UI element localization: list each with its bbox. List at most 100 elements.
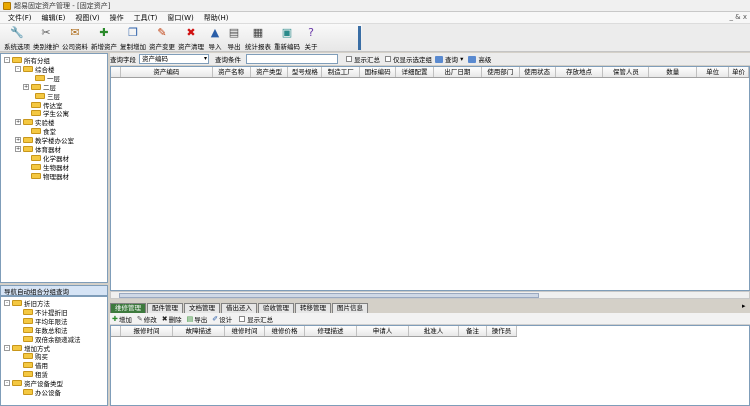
toolbar-button-help[interactable]: ? 关于 <box>303 24 319 51</box>
toolbar-button-import[interactable]: ▲ 导入 <box>207 24 223 51</box>
column-header[interactable]: 使用部门 <box>482 67 520 77</box>
repair-grid[interactable]: 报修时间 故障描述 维修时间 维修价格 修理描述 申请人 批准人 备注 操作员 <box>110 325 750 406</box>
design-button[interactable]: ✐ 设计 <box>212 314 232 324</box>
column-header[interactable]: 制造工厂 <box>322 67 361 77</box>
tree-node[interactable]: 租赁 <box>15 370 48 379</box>
column-header[interactable]: 存放地点 <box>556 67 604 77</box>
query-field-select[interactable]: 资产编码 <box>139 54 209 64</box>
tree-node[interactable]: 学生公寓 <box>23 109 69 118</box>
asset-grid[interactable]: 资产编码 资产名称 资产类型 型号规格 制造工厂 国标编码 详细配置 出厂日期 使用部门 使用状态… <box>110 66 750 291</box>
expand-icon[interactable]: + <box>15 119 21 126</box>
tab-5[interactable]: 转移管理 <box>295 303 331 313</box>
column-header[interactable]: 资产编码 <box>121 67 213 77</box>
tree-node[interactable]: 传达室 <box>23 101 63 110</box>
column-header[interactable]: 操作员 <box>487 326 517 336</box>
tab-6[interactable]: 图片信息 <box>332 303 368 313</box>
column-header[interactable]: 备注 <box>459 326 487 336</box>
export-record-button[interactable]: ▤ 导出 <box>187 314 208 324</box>
column-header[interactable]: 资产名称 <box>213 67 251 77</box>
expand-icon[interactable]: + <box>23 83 29 90</box>
toolbar-button-add-asset[interactable]: ✚ 新增资产 <box>91 24 117 51</box>
expand-icon[interactable]: + <box>15 146 21 152</box>
toolbar-button-company[interactable]: ✉ 公司资料 <box>62 24 88 51</box>
tree-node[interactable]: + 二层 <box>23 83 56 92</box>
collapse-icon[interactable]: - <box>4 344 10 351</box>
tab-3[interactable]: 借出还入 <box>221 303 257 313</box>
delete-record-button[interactable]: ✖ 删除 <box>162 314 182 324</box>
mdi-window-controls[interactable]: _ & x <box>729 13 747 21</box>
tabs-extra-icon[interactable]: ▸ <box>742 302 750 312</box>
column-header[interactable]: 使用状态 <box>520 67 556 77</box>
tree-node[interactable]: 生物器材 <box>23 163 69 172</box>
tree-node[interactable]: - 综合楼 <box>15 65 55 74</box>
tree-node[interactable]: 化学器材 <box>23 154 69 163</box>
column-header[interactable]: 详细配置 <box>396 67 434 77</box>
tree-node[interactable]: 物理器材 <box>23 172 69 181</box>
tab-2[interactable]: 文档管理 <box>184 303 220 313</box>
column-header[interactable]: 单价 <box>729 67 749 77</box>
column-header[interactable]: 批准人 <box>409 326 459 336</box>
tree-node[interactable]: 食堂 <box>23 127 56 136</box>
tab-0[interactable]: 维修管理 <box>110 303 146 313</box>
menu-view[interactable]: 视图(V) <box>75 13 99 23</box>
column-header[interactable]: 保管人员 <box>603 67 650 77</box>
tree-node[interactable]: + 实验楼 <box>15 118 55 127</box>
collapse-icon[interactable]: - <box>4 380 10 387</box>
column-header[interactable]: 出厂日期 <box>434 67 482 77</box>
toolbar-button-export[interactable]: ▤ 导出 <box>226 24 242 51</box>
query-condition-input[interactable] <box>246 54 338 64</box>
scrollbar-thumb[interactable] <box>119 293 539 298</box>
collapse-icon[interactable]: - <box>15 65 21 72</box>
tree-node[interactable]: 借用 <box>15 361 48 370</box>
tree-node[interactable]: 一层 <box>27 74 60 83</box>
tab-1[interactable]: 配件管理 <box>147 303 183 313</box>
column-header[interactable]: 单位 <box>697 67 730 77</box>
column-header[interactable]: 报修时间 <box>121 326 173 336</box>
collapse-icon[interactable]: - <box>4 300 10 306</box>
only-selected-checkbox[interactable] <box>385 56 391 62</box>
horizontal-scrollbar[interactable] <box>110 291 750 299</box>
collapse-icon[interactable]: - <box>4 57 10 63</box>
toolbar-button-recode[interactable]: ▣ 重新编码 <box>274 24 300 51</box>
tree-node[interactable]: - 增加方式 <box>4 344 50 353</box>
column-header[interactable]: 故障描述 <box>173 326 225 336</box>
tree-node[interactable]: + 教学楼办公室 <box>15 136 74 145</box>
tree-node[interactable]: 购买 <box>15 352 48 361</box>
tree-node[interactable]: + 体育器材 <box>15 145 61 154</box>
toolbar-button-copy[interactable]: ❐ 复制增加 <box>120 24 146 51</box>
tree-node[interactable]: - 所有分组 <box>4 56 50 65</box>
expand-icon[interactable]: + <box>15 137 21 144</box>
tab-4[interactable]: 验收管理 <box>258 303 294 313</box>
add-record-button[interactable]: ✚ 增加 <box>112 314 132 324</box>
column-header[interactable]: 维修价格 <box>265 326 305 336</box>
tree-node[interactable]: 双倍余额递减法 <box>15 335 81 344</box>
column-header[interactable]: 国标编码 <box>360 67 397 77</box>
menu-help[interactable]: 帮助(H) <box>204 13 229 23</box>
menu-edit[interactable]: 编辑(E) <box>42 13 66 23</box>
tree-node[interactable]: 三层 <box>27 92 60 101</box>
toolbar-button-tools[interactable]: ✂ 类别维护 <box>33 24 59 51</box>
column-header[interactable]: 资产类型 <box>251 67 289 77</box>
column-header[interactable]: 申请人 <box>357 326 409 336</box>
menu-tools[interactable]: 工具(T) <box>134 13 158 23</box>
tree-node[interactable]: - 折旧方法 <box>4 299 50 308</box>
column-header[interactable]: 维修时间 <box>225 326 265 336</box>
search-button[interactable]: 查询 ▾ <box>435 54 463 64</box>
advanced-button[interactable]: 高级 <box>468 54 491 64</box>
column-header[interactable]: 数量 <box>649 67 698 77</box>
menu-window[interactable]: 窗口(W) <box>167 13 193 23</box>
tree-node[interactable]: - 资产设备类型 <box>4 379 63 388</box>
tree-node[interactable]: 不计提折旧 <box>15 308 68 317</box>
column-header[interactable]: 型号规格 <box>288 67 323 77</box>
toolbar-grip[interactable] <box>358 26 361 50</box>
show-summary-checkbox[interactable] <box>346 56 352 62</box>
tree-node[interactable]: 年数总和法 <box>15 326 68 335</box>
menu-file[interactable]: 文件(F) <box>8 13 32 23</box>
toolbar-button-report[interactable]: ▦ 统计报表 <box>245 24 271 51</box>
tree-node[interactable]: 平均年限法 <box>15 317 68 326</box>
search-dropdown-icon[interactable]: ▾ <box>458 55 463 63</box>
toolbar-button-edit-pen[interactable]: ✎ 资产变更 <box>149 24 175 51</box>
tree-node[interactable]: 办公设备 <box>15 388 61 397</box>
column-header[interactable]: 修理描述 <box>305 326 357 336</box>
edit-record-button[interactable]: ✎ 修改 <box>137 314 157 324</box>
